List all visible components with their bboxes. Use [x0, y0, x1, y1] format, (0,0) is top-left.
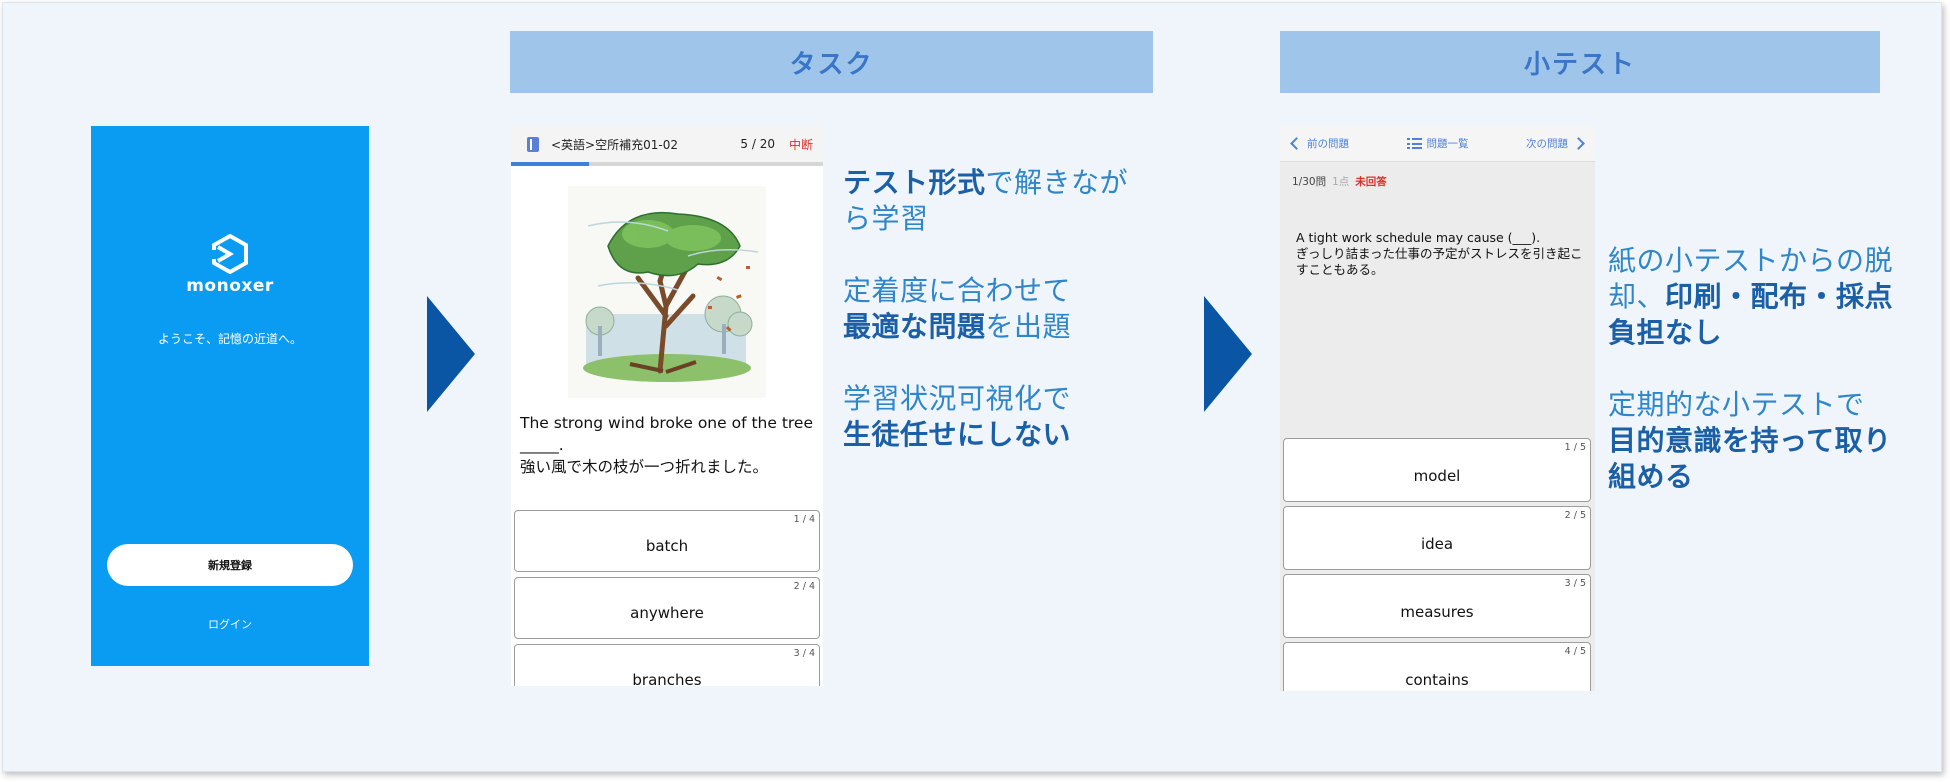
desc-bold: 印刷・配布・採点: [1665, 280, 1894, 313]
question-list-button[interactable]: 問題一覧: [1406, 136, 1469, 151]
signup-button[interactable]: 新規登録: [107, 544, 353, 586]
option-number: 3 / 4: [793, 648, 815, 659]
task-count: 5 / 20: [740, 137, 775, 151]
wind-tree-image: [568, 186, 766, 398]
answer-option[interactable]: 2 / 5 idea: [1283, 506, 1591, 570]
progress-bar: [511, 162, 823, 166]
desc-bold: 目的意識を持って取り: [1608, 424, 1892, 457]
task-title: <英語>空所補充01-02: [551, 137, 678, 152]
option-label: idea: [1420, 535, 1454, 553]
option-label: model: [1413, 467, 1461, 485]
desc-text: 却、: [1608, 280, 1666, 313]
answer-option[interactable]: 4 / 5 contains: [1283, 642, 1591, 691]
quiz-nav-bar: 前の問題 問題一覧 次の問題: [1280, 126, 1595, 162]
desc-text: 定期的な小テストで: [1608, 388, 1865, 421]
answer-option[interactable]: 1 / 5 model: [1283, 438, 1591, 502]
task-header-bar: <英語>空所補充01-02 5 / 20 中断: [511, 126, 823, 162]
question-japanese: 強い風で木の枝が一つ折れました。: [520, 458, 769, 476]
arrow-right-icon: [1204, 296, 1252, 412]
welcome-text: ようこそ、記憶の近道へ。: [157, 332, 302, 346]
answer-option[interactable]: 1 / 4 batch: [514, 510, 820, 572]
next-label: 次の問題: [1526, 138, 1568, 150]
quiz-section-header: 小テスト: [1280, 31, 1880, 93]
quiz-meta: 1/30問 1点 未回答: [1292, 174, 1387, 189]
question-japanese: ぎっしり詰まった仕事の予定がストレスを引き起こすこともある。: [1296, 246, 1583, 277]
task-question: The strong wind broke one of the tree __…: [520, 412, 820, 478]
task-section-header: タスク: [510, 31, 1153, 93]
desc-text: で解きなが: [985, 166, 1129, 199]
quiz-question: A tight work schedule may cause (___). ぎ…: [1296, 230, 1588, 278]
task-description: テスト形式で解きながら学習 定着度に合わせて 最適な問題を出題 学習状況可視化で生…: [843, 165, 1163, 489]
quiz-points: 1点: [1332, 176, 1350, 188]
tree-illustration: [568, 186, 766, 398]
stop-button[interactable]: 中断: [789, 136, 813, 153]
option-number: 3 / 5: [1564, 578, 1586, 589]
prev-label: 前の問題: [1307, 138, 1349, 150]
desc-text: 学習状況可視化で: [843, 382, 1072, 415]
answer-option[interactable]: 3 / 5 measures: [1283, 574, 1591, 638]
option-number: 4 / 5: [1564, 646, 1586, 657]
list-icon: [1406, 138, 1422, 149]
brand-name: monoxer: [186, 276, 274, 296]
quiz-description: 紙の小テストからの脱 却、印刷・配布・採点 負担なし 定期的な小テストで 目的意識を持…: [1608, 243, 1938, 531]
next-question-button[interactable]: 次の問題: [1526, 136, 1595, 151]
answer-option[interactable]: 3 / 4 branches: [514, 644, 820, 686]
quiz-status: 未回答: [1355, 176, 1387, 188]
prev-question-button[interactable]: 前の問題: [1280, 136, 1349, 151]
progress-fill: [511, 162, 589, 166]
question-english: A tight work schedule may cause (___).: [1296, 230, 1541, 245]
desc-bold: 負担なし: [1608, 316, 1723, 349]
desc-bold: 組める: [1608, 460, 1694, 493]
option-label: batch: [645, 537, 689, 555]
login-screen: monoxer ようこそ、記憶の近道へ。 新規登録 ログイン: [91, 126, 369, 666]
quiz-progress: 1/30問: [1292, 176, 1327, 188]
desc-text: 紙の小テストからの脱: [1608, 244, 1894, 277]
task-screen: <英語>空所補充01-02 5 / 20 中断 The strong wind …: [511, 126, 823, 686]
question-english: The strong wind broke one of the tree __…: [520, 414, 814, 454]
desc-bold: テスト形式: [843, 166, 986, 199]
book-icon: [527, 136, 539, 152]
desc-bold: 最適な問題: [843, 310, 986, 343]
option-number: 1 / 5: [1564, 442, 1586, 453]
desc-bold: 生徒任せにしない: [843, 418, 1072, 451]
arrow-right-icon: [427, 296, 475, 412]
logo: monoxer: [91, 234, 369, 296]
quiz-screen: 前の問題 問題一覧 次の問題 1/30問 1点 未回答 A tight work s…: [1280, 126, 1595, 691]
desc-text: ら学習: [843, 202, 929, 235]
option-label: anywhere: [630, 604, 704, 622]
slide-frame: monoxer ようこそ、記憶の近道へ。 新規登録 ログイン タスク 小テスト …: [2, 2, 1942, 772]
chevron-right-icon: [1572, 137, 1585, 150]
option-number: 2 / 5: [1564, 510, 1586, 521]
monoxer-logo-icon: [209, 234, 248, 274]
option-label: contains: [1405, 671, 1469, 689]
answer-option[interactable]: 2 / 4 anywhere: [514, 577, 820, 639]
desc-text: 定着度に合わせて: [843, 274, 1072, 307]
option-label: measures: [1400, 603, 1474, 621]
option-number: 1 / 4: [793, 514, 815, 525]
desc-text: を出題: [985, 310, 1072, 343]
option-label: branches: [632, 671, 702, 686]
login-link[interactable]: ログイン: [91, 616, 369, 632]
chevron-left-icon: [1290, 137, 1303, 150]
option-number: 2 / 4: [793, 581, 815, 592]
list-label: 問題一覧: [1426, 138, 1469, 150]
